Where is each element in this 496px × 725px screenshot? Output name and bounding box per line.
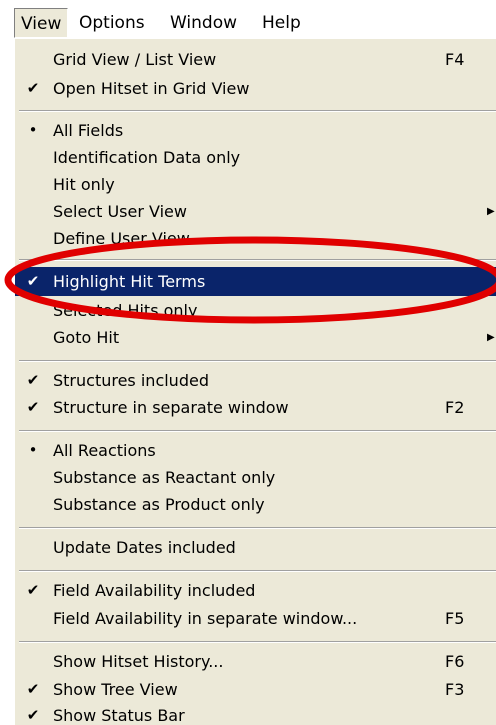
menu-item-field-availability-included[interactable]: ✔ Field Availability included (15, 576, 496, 605)
menu-help[interactable]: Help (256, 8, 307, 38)
menu-separator (19, 430, 496, 432)
checkmark-icon: ✔ (26, 371, 40, 389)
shortcut-label: F5 (445, 609, 465, 628)
checkmark-icon: ✔ (26, 706, 40, 724)
menu-item-highlight-hit-terms[interactable]: ✔ Highlight Hit Terms (15, 267, 496, 296)
menu-item-label: Substance as Product only (53, 495, 265, 514)
menu-item-label: Define User View... (53, 229, 204, 248)
submenu-arrow-icon: ▶ (487, 332, 495, 343)
menu-view[interactable]: View (14, 8, 69, 38)
menu-item-substance-reactant[interactable]: Substance as Reactant only (15, 463, 496, 492)
menu-item-label: Structures included (53, 371, 209, 390)
menu-item-substance-product[interactable]: Substance as Product only (15, 490, 496, 519)
menu-item-show-tree-view[interactable]: ✔ Show Tree View F3 (15, 675, 496, 704)
menu-options[interactable]: Options (73, 8, 151, 38)
checkmark-icon: ✔ (26, 398, 40, 416)
menu-item-label: All Fields (53, 121, 124, 140)
menu-item-label: Selected Hits only (53, 301, 198, 320)
menu-item-identification-only[interactable]: Identification Data only (15, 143, 496, 172)
menu-separator (19, 360, 496, 362)
menu-item-field-availability-separate[interactable]: Field Availability in separate window...… (15, 604, 496, 633)
menu-item-show-status-bar[interactable]: ✔ Show Status Bar (15, 701, 496, 725)
menu-item-define-user-view[interactable]: Define User View... (15, 224, 496, 253)
shortcut-label: F4 (445, 50, 465, 69)
menu-separator (19, 641, 496, 643)
menu-item-label: Field Availability in separate window... (53, 609, 358, 628)
menu-item-open-hitset-grid[interactable]: ✔ Open Hitset in Grid View (15, 74, 496, 103)
checkmark-icon: ✔ (26, 581, 40, 599)
screen: View Options Window Help Grid View / Lis… (0, 0, 496, 725)
menu-item-label: Update Dates included (53, 538, 236, 557)
menu-item-label: Field Availability included (53, 581, 256, 600)
menu-item-show-hitset-history[interactable]: Show Hitset History... F6 (15, 647, 496, 676)
menu-item-label: Goto Hit (53, 328, 120, 347)
radio-bullet-icon: • (28, 121, 38, 139)
menu-item-label: Substance as Reactant only (53, 468, 276, 487)
menu-separator (19, 110, 496, 112)
menu-item-goto-hit[interactable]: Goto Hit ▶ (15, 323, 496, 352)
menu-window[interactable]: Window (164, 8, 243, 38)
menu-item-grid-list-view[interactable]: Grid View / List View F4 (15, 45, 496, 74)
checkmark-icon: ✔ (26, 680, 40, 698)
menu-item-label: All Reactions (53, 441, 156, 460)
shortcut-label: F6 (445, 652, 465, 671)
view-dropdown-menu: Grid View / List View F4 ✔ Open Hitset i… (14, 38, 496, 725)
shortcut-label: F3 (445, 680, 465, 699)
submenu-arrow-icon: ▶ (487, 206, 495, 217)
menu-item-label: Identification Data only (53, 148, 241, 167)
menu-item-structures-included[interactable]: ✔ Structures included (15, 366, 496, 395)
menu-item-label: Show Hitset History... (53, 652, 224, 671)
menu-item-label: Open Hitset in Grid View (53, 79, 250, 98)
menu-item-label: Show Tree View (53, 680, 178, 699)
menu-item-all-reactions[interactable]: • All Reactions (15, 436, 496, 465)
menu-item-label: Structure in separate window (53, 398, 289, 417)
menu-separator (19, 259, 496, 261)
shortcut-label: F2 (445, 398, 465, 417)
menu-item-label: Show Status Bar (53, 706, 185, 725)
menu-separator (19, 527, 496, 529)
menu-item-selected-hits-only[interactable]: Selected Hits only (15, 296, 496, 325)
checkmark-icon: ✔ (26, 272, 40, 290)
menu-item-hit-only[interactable]: Hit only (15, 170, 496, 199)
menu-item-structure-separate-window[interactable]: ✔ Structure in separate window F2 (15, 393, 496, 422)
checkmark-icon: ✔ (26, 79, 40, 97)
menu-item-label: Highlight Hit Terms (53, 272, 206, 291)
radio-bullet-icon: • (28, 441, 38, 459)
menu-separator (19, 570, 496, 572)
menu-item-update-dates[interactable]: Update Dates included (15, 533, 496, 562)
menu-item-label: Grid View / List View (53, 50, 217, 69)
menu-item-label: Select User View (53, 202, 187, 221)
menu-item-select-user-view[interactable]: Select User View ▶ (15, 197, 496, 226)
menu-item-all-fields[interactable]: • All Fields (15, 116, 496, 145)
menu-item-label: Hit only (53, 175, 115, 194)
